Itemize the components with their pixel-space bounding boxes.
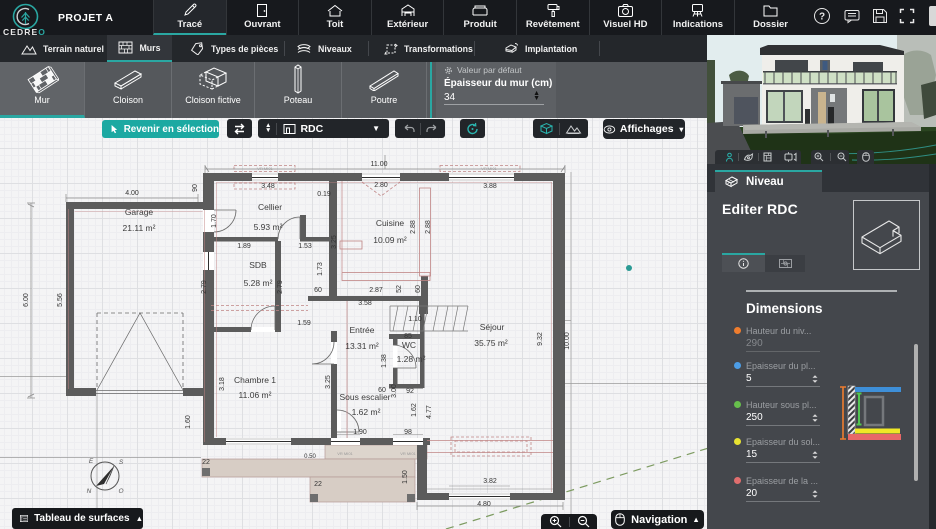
svg-text:11.00: 11.00 bbox=[371, 161, 388, 168]
svg-text:SDB: SDB bbox=[249, 260, 267, 270]
svg-text:1.62 m²: 1.62 m² bbox=[352, 407, 381, 417]
svg-text:92: 92 bbox=[406, 388, 414, 395]
svg-text:4.00: 4.00 bbox=[125, 190, 139, 197]
svg-text:3.88: 3.88 bbox=[483, 183, 497, 190]
svg-text:21.11 m²: 21.11 m² bbox=[123, 223, 156, 233]
svg-text:1.10: 1.10 bbox=[408, 316, 422, 323]
svg-text:3.25: 3.25 bbox=[325, 375, 332, 389]
svg-text:1.73: 1.73 bbox=[317, 262, 324, 276]
svg-text:9.32: 9.32 bbox=[537, 332, 544, 346]
svg-text:60: 60 bbox=[415, 285, 422, 293]
svg-text:13.31 m²: 13.31 m² bbox=[345, 341, 379, 351]
svg-text:N: N bbox=[87, 488, 92, 495]
svg-text:Cuisine: Cuisine bbox=[376, 218, 405, 228]
svg-text:2.88: 2.88 bbox=[425, 220, 432, 234]
svg-text:VR MI01: VR MI01 bbox=[400, 451, 416, 456]
svg-text:VR MI01: VR MI01 bbox=[337, 451, 353, 456]
svg-text:1.60: 1.60 bbox=[185, 415, 192, 429]
svg-text:VR MI01: VR MI01 bbox=[257, 166, 273, 171]
svg-text:2.80: 2.80 bbox=[374, 182, 388, 189]
svg-text:10.00: 10.00 bbox=[564, 332, 571, 350]
svg-text:Séjour: Séjour bbox=[480, 322, 505, 332]
svg-text:1.90: 1.90 bbox=[353, 429, 367, 436]
svg-text:1.59: 1.59 bbox=[297, 320, 311, 327]
svg-text:10.09 m²: 10.09 m² bbox=[373, 235, 407, 245]
svg-text:2.79: 2.79 bbox=[201, 280, 208, 294]
svg-text:5.93 m²: 5.93 m² bbox=[254, 222, 283, 232]
svg-text:52: 52 bbox=[396, 285, 403, 293]
svg-text:3.82: 3.82 bbox=[483, 478, 497, 485]
svg-text:VR MI01: VR MI01 bbox=[481, 166, 497, 171]
svg-text:3.00: 3.00 bbox=[391, 384, 398, 398]
svg-text:4.77: 4.77 bbox=[426, 405, 433, 419]
svg-text:1.70: 1.70 bbox=[211, 214, 218, 228]
svg-text:1.28 m²: 1.28 m² bbox=[397, 354, 426, 364]
svg-text:22: 22 bbox=[202, 459, 210, 466]
svg-text:3.25: 3.25 bbox=[331, 235, 338, 249]
svg-text:2.87: 2.87 bbox=[369, 287, 383, 294]
svg-text:Chambre 1: Chambre 1 bbox=[234, 375, 276, 385]
svg-text:1.62: 1.62 bbox=[411, 403, 418, 417]
svg-text:6.00: 6.00 bbox=[23, 293, 30, 307]
svg-text:O: O bbox=[118, 488, 123, 495]
svg-text:85: 85 bbox=[404, 333, 412, 340]
svg-text:Entrée: Entrée bbox=[349, 325, 374, 335]
svg-text:0.19: 0.19 bbox=[317, 191, 331, 198]
svg-text:11.06 m²: 11.06 m² bbox=[239, 390, 272, 400]
svg-text:5.28 m²: 5.28 m² bbox=[244, 278, 273, 288]
svg-text:3.18: 3.18 bbox=[219, 377, 226, 391]
svg-text:60: 60 bbox=[314, 287, 322, 294]
svg-text:98: 98 bbox=[404, 429, 412, 436]
svg-text:2.79: 2.79 bbox=[277, 280, 284, 294]
svg-text:1.50: 1.50 bbox=[402, 470, 409, 484]
svg-text:E: E bbox=[89, 458, 94, 465]
svg-text:3.58: 3.58 bbox=[358, 300, 372, 307]
svg-text:1.53: 1.53 bbox=[298, 243, 312, 250]
svg-text:3.48: 3.48 bbox=[261, 183, 275, 190]
svg-text:5.56: 5.56 bbox=[57, 293, 64, 307]
svg-text:60: 60 bbox=[378, 387, 386, 394]
svg-text:22: 22 bbox=[314, 481, 322, 488]
svg-text:2.88: 2.88 bbox=[410, 220, 417, 234]
svg-text:?: ? bbox=[819, 12, 825, 23]
svg-text:90: 90 bbox=[192, 184, 199, 192]
svg-text:35.75 m²: 35.75 m² bbox=[474, 338, 508, 348]
svg-text:1.38: 1.38 bbox=[381, 354, 388, 368]
svg-text:0.50: 0.50 bbox=[304, 454, 316, 460]
svg-text:WC: WC bbox=[402, 340, 416, 350]
svg-text:Cellier: Cellier bbox=[258, 202, 282, 212]
svg-text:S: S bbox=[119, 459, 124, 466]
svg-text:4.80: 4.80 bbox=[477, 501, 491, 508]
svg-text:1.89: 1.89 bbox=[237, 243, 251, 250]
svg-text:Garage: Garage bbox=[125, 207, 154, 217]
